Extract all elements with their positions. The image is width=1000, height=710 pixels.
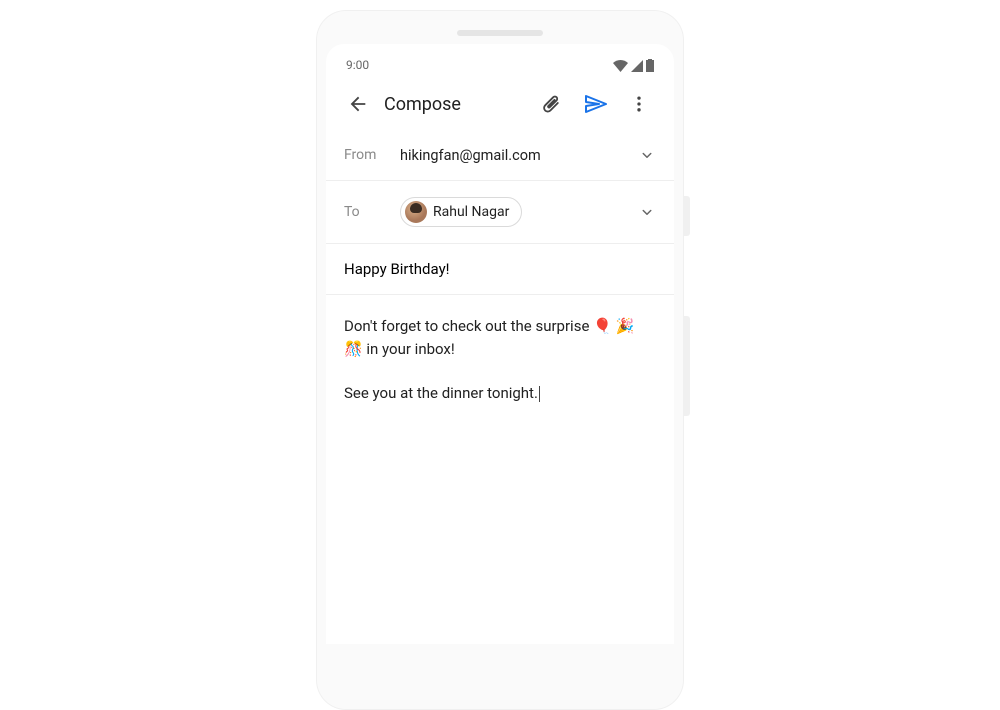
status-bar: 9:00 <box>326 44 674 80</box>
wifi-icon <box>613 60 628 72</box>
attach-button[interactable] <box>530 93 572 115</box>
status-icons <box>613 59 654 72</box>
chevron-down-icon <box>638 146 656 164</box>
body-paragraph-2: See you at the dinner tonight. <box>344 382 656 405</box>
status-time: 9:00 <box>346 58 369 72</box>
body-paragraph-1: Don't forget to check out the surprise 🎈… <box>344 315 656 362</box>
to-label: To <box>344 204 400 220</box>
from-value: hikingfan@gmail.com <box>400 147 638 164</box>
page-title: Compose <box>378 94 528 115</box>
speaker-grille <box>457 30 543 36</box>
avatar <box>405 201 427 223</box>
screen: 9:00 Compose From hikingfan <box>326 44 674 644</box>
attachment-icon <box>540 93 562 115</box>
from-label: From <box>344 147 400 163</box>
side-button <box>684 316 690 416</box>
subject-field[interactable]: Happy Birthday! <box>326 244 674 295</box>
recipient-name: Rahul Nagar <box>433 204 509 220</box>
text-cursor <box>539 386 540 402</box>
back-button[interactable] <box>340 93 376 115</box>
signal-icon <box>631 60 643 72</box>
subject-text: Happy Birthday! <box>344 260 450 278</box>
app-bar: Compose <box>326 80 674 130</box>
chevron-down-icon <box>638 203 656 221</box>
side-button <box>684 196 690 236</box>
phone-frame: 9:00 Compose From hikingfan <box>316 10 684 710</box>
recipient-chip[interactable]: Rahul Nagar <box>400 197 522 227</box>
more-vert-icon <box>629 94 649 114</box>
arrow-back-icon <box>347 93 369 115</box>
to-row[interactable]: To Rahul Nagar <box>326 181 674 244</box>
body-field[interactable]: Don't forget to check out the surprise 🎈… <box>326 295 674 425</box>
send-icon <box>583 92 607 116</box>
send-button[interactable] <box>574 92 616 116</box>
from-row[interactable]: From hikingfan@gmail.com <box>326 130 674 181</box>
more-button[interactable] <box>618 94 660 114</box>
battery-icon <box>646 59 654 72</box>
